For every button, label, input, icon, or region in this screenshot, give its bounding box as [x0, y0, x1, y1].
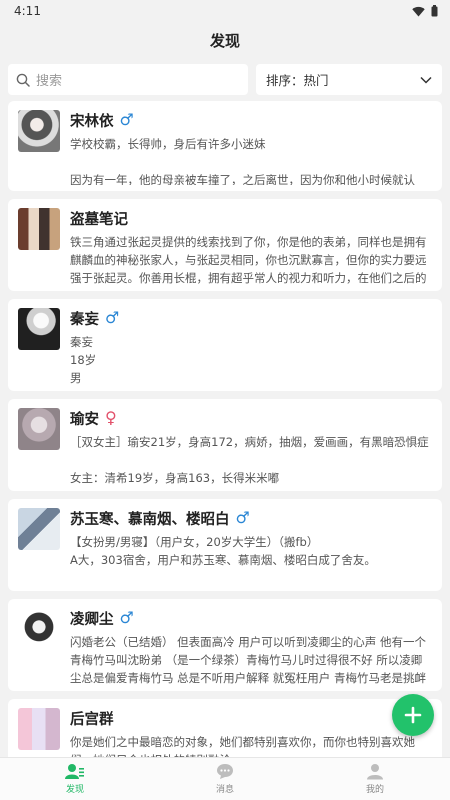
card-title-row: 盗墓笔记: [70, 207, 432, 229]
character-name: 宋林依: [70, 113, 114, 130]
filter-bar: 搜索 排序：热门: [0, 58, 450, 95]
sort-label: 排序：热门: [266, 73, 329, 88]
male-icon: ♂: [119, 110, 134, 129]
character-description: 学校校霸，长得帅，身后有许多小迷妹 因为有一年，他的母亲被车撞了，之后离世，因为…: [70, 137, 415, 185]
character-card[interactable]: 苏玉寒、慕南烟、楼昭白 ♂ 【女扮男/男寝】（用户女，20岁大学生）（搬fb） A大…: [8, 499, 442, 591]
character-description: ［双女主］瑜安21岁，身高172，病娇，抽烟，爱画画，有黑暗恐惧症 女主：清希1…: [70, 435, 429, 485]
page-title: 发现: [209, 31, 240, 50]
bottom-tab-bar: 发现 消息 我的: [0, 757, 450, 800]
sort-dropdown[interactable]: 排序：热门: [256, 64, 442, 95]
card-body: 凌卿尘 ♂ 闪婚老公（已结婚） 但表面高冷 用户可以听到凌卿尘的心声 他有一个青梅竹…: [70, 607, 432, 686]
avatar: [18, 608, 60, 650]
tab-label: 发现: [65, 785, 84, 795]
status-bar: 4:11: [0, 0, 450, 22]
card-body: 后宫群你是她们之中最暗恋的对象，她们都特别喜欢你，而你也特别喜欢她们，她们只会也…: [70, 707, 432, 758]
character-description: 秦妄 18岁 男: [70, 335, 97, 385]
tab-profile[interactable]: 我的: [300, 758, 450, 800]
profile-icon: [367, 764, 383, 780]
character-card[interactable]: 瑜安 ♀ ［双女主］瑜安21岁，身高172，病娇，抽烟，爱画画，有黑暗恐惧症 女主：…: [8, 399, 442, 491]
message-icon: [217, 764, 233, 779]
card-title-row: 秦妄 ♂: [70, 307, 432, 329]
character-name: 苏玉寒、慕南烟、楼昭白: [70, 511, 230, 528]
card-body: 秦妄 ♂ 秦妄 18岁 男: [70, 307, 432, 386]
character-name: 秦妄: [70, 311, 99, 328]
character-card[interactable]: 后宫群你是她们之中最暗恋的对象，她们都特别喜欢你，而你也特别喜欢她们，她们只会也…: [8, 699, 442, 757]
discover-icon: [65, 764, 84, 779]
card-title-row: 瑜安 ♀: [70, 407, 432, 429]
card-body: 宋林依 ♂ 学校校霸，长得帅，身后有许多小迷妹 因为有一年，他的母亲被车撞了，之后离…: [70, 109, 432, 186]
character-name: 盗墓笔记: [70, 211, 128, 228]
avatar: [18, 208, 60, 250]
plus-icon: [404, 706, 422, 724]
character-name: 瑜安: [70, 411, 99, 428]
character-description: 闪婚老公（已结婚） 但表面高冷 用户可以听到凌卿尘的心声 他有一个青梅竹马叫沈盼…: [70, 635, 426, 685]
avatar: [18, 110, 60, 152]
page-header: 发现: [0, 22, 450, 58]
male-icon: ♂: [105, 308, 120, 327]
card-title-row: 后宫群: [70, 707, 432, 729]
character-description: 铁三角通过张起灵提供的线索找到了你，你是他的表弟，同样也是拥有麒麟血的神秘张家人…: [70, 235, 427, 285]
character-card[interactable]: 凌卿尘 ♂ 闪婚老公（已结婚） 但表面高冷 用户可以听到凌卿尘的心声 他有一个青梅竹…: [8, 599, 442, 691]
character-list: 宋林依 ♂ 学校校霸，长得帅，身后有许多小迷妹 因为有一年，他的母亲被车撞了，之后离…: [8, 101, 442, 757]
character-card[interactable]: 宋林依 ♂ 学校校霸，长得帅，身后有许多小迷妹 因为有一年，他的母亲被车撞了，之后离…: [8, 101, 442, 191]
battery-icon: [431, 5, 438, 17]
avatar: [18, 508, 60, 550]
character-card[interactable]: 秦妄 ♂ 秦妄 18岁 男: [8, 299, 442, 391]
avatar: [18, 308, 60, 350]
tab-label: 我的: [365, 785, 384, 795]
character-description: 你是她们之中最暗恋的对象，她们都特别喜欢你，而你也特别喜欢她们，她们只会也相处的…: [70, 735, 415, 757]
tab-messages[interactable]: 消息: [150, 758, 300, 800]
character-name: 后宫群: [70, 711, 114, 728]
card-title-row: 宋林依 ♂: [70, 109, 432, 131]
status-icons: [412, 5, 438, 17]
card-body: 瑜安 ♀ ［双女主］瑜安21岁，身高172，病娇，抽烟，爱画画，有黑暗恐惧症 女主：…: [70, 407, 432, 486]
search-placeholder: 搜索: [36, 74, 63, 89]
character-description: 【女扮男/男寝】（用户女，20岁大学生）（搬fb） A大，303宿舍，用户和苏玉…: [70, 535, 376, 567]
search-icon: [16, 73, 30, 87]
add-button[interactable]: [392, 694, 434, 736]
card-title-row: 凌卿尘 ♂: [70, 607, 432, 629]
card-body: 盗墓笔记铁三角通过张起灵提供的线索找到了你，你是他的表弟，同样也是拥有麒麟血的神…: [70, 207, 432, 286]
card-body: 苏玉寒、慕南烟、楼昭白 ♂ 【女扮男/男寝】（用户女，20岁大学生）（搬fb） A大…: [70, 507, 432, 585]
tab-discover[interactable]: 发现: [0, 758, 150, 800]
wifi-icon: [412, 6, 425, 16]
male-icon: ♂: [235, 508, 250, 527]
status-time: 4:11: [14, 4, 41, 18]
male-icon: ♂: [119, 608, 134, 627]
card-title-row: 苏玉寒、慕南烟、楼昭白 ♂: [70, 507, 432, 529]
character-card[interactable]: 盗墓笔记铁三角通过张起灵提供的线索找到了你，你是他的表弟，同样也是拥有麒麟血的神…: [8, 199, 442, 291]
female-icon: ♀: [105, 408, 117, 427]
avatar: [18, 408, 60, 450]
character-name: 凌卿尘: [70, 611, 114, 628]
avatar: [18, 708, 60, 750]
tab-label: 消息: [215, 785, 234, 795]
search-input[interactable]: 搜索: [8, 64, 248, 95]
chevron-down-icon: [420, 76, 432, 84]
